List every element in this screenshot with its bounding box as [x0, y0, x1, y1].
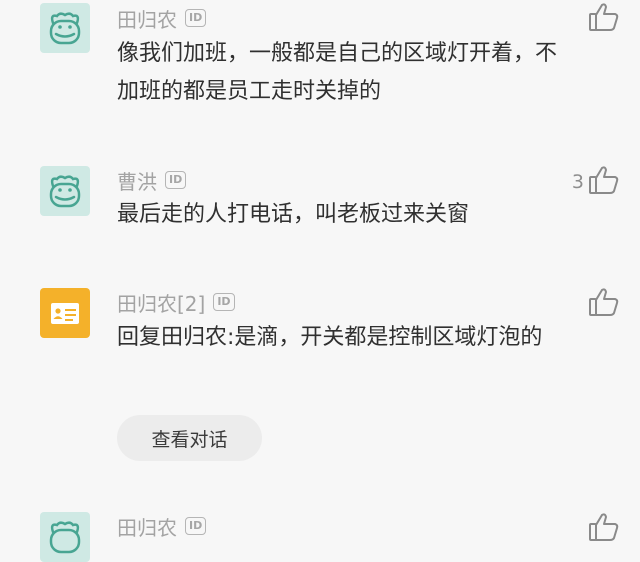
id-badge: ID [185, 517, 207, 535]
like-button[interactable] [588, 512, 620, 546]
view-conversation-button[interactable]: 查看对话 [117, 415, 262, 461]
comment-text: 像我们加班，一般都是自己的区域灯开着，不加班的都是员工走时关掉的 [117, 41, 558, 104]
like-button[interactable]: 3 [572, 165, 620, 199]
username[interactable]: 田归农 [117, 4, 177, 33]
id-badge: ID [185, 9, 207, 27]
id-badge: ID [213, 293, 235, 311]
thumbs-up-icon [588, 287, 620, 321]
user-line: 田归农 ID [117, 512, 207, 541]
hippo-avatar-icon[interactable] [40, 512, 90, 562]
thumbs-up-icon [588, 165, 620, 199]
comment-text: 回复田归农:是滴，开关都是控制区域灯泡的 [117, 325, 543, 350]
id-card-avatar-icon[interactable] [40, 288, 90, 338]
username[interactable]: 曹洪 [117, 166, 157, 195]
id-badge: ID [165, 171, 187, 189]
user-line: 田归农[2] ID [117, 288, 235, 316]
like-count: 3 [571, 171, 584, 193]
thumbs-up-icon [588, 2, 620, 36]
username[interactable]: 田归农[2] [117, 288, 205, 317]
thumbs-up-icon [588, 512, 620, 546]
username[interactable]: 田归农 [117, 512, 177, 541]
like-button[interactable] [584, 2, 620, 36]
user-line: 曹洪 ID [117, 166, 187, 195]
user-line: 田归农 ID [117, 4, 207, 33]
like-button[interactable] [584, 287, 620, 321]
comment-text: 最后走的人打电话，叫老板过来关窗 [117, 202, 470, 227]
hippo-avatar-icon[interactable] [40, 3, 90, 53]
hippo-avatar-icon[interactable] [40, 166, 90, 216]
